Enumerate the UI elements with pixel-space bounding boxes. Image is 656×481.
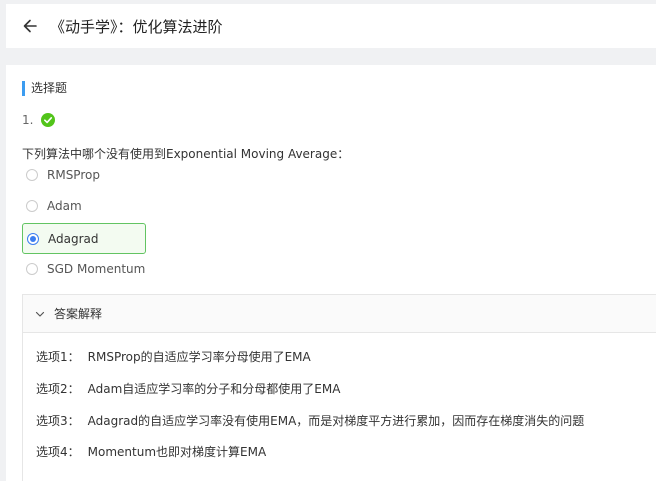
- option-rmsprop[interactable]: RMSProp: [22, 167, 100, 183]
- radio-button[interactable]: [26, 263, 38, 275]
- explanation-line-label: 选项4：: [36, 445, 80, 459]
- explanation-line-text: Adagrad的自适应学习率没有使用EMA，而是对梯度平方进行累加，因而存在梯度…: [87, 414, 585, 428]
- back-button[interactable]: [18, 14, 42, 38]
- top-bar: 《动手学》：优化算法进阶: [6, 4, 656, 48]
- question-number: 1.: [22, 113, 34, 127]
- explanation-line: 选项2： Adam自适应学习率的分子和分母都使用了EMA: [36, 380, 340, 397]
- section-label: 选择题: [22, 81, 67, 96]
- option-adagrad[interactable]: Adagrad: [22, 223, 146, 254]
- question-number-row: 1.: [22, 113, 56, 127]
- explanation-line: 选项3： Adagrad的自适应学习率没有使用EMA，而是对梯度平方进行累加，因而…: [36, 412, 584, 429]
- page-title: 《动手学》：优化算法进阶: [50, 17, 223, 36]
- explanation-line-text: Adam自适应学习率的分子和分母都使用了EMA: [87, 382, 341, 396]
- question-card: 选择题 1. 下列算法中哪个没有使用到Exponential Moving Av…: [6, 65, 656, 481]
- explanation-line-label: 选项2：: [36, 382, 80, 396]
- chevron-down-icon: [35, 311, 45, 317]
- option-label: Adam: [47, 199, 82, 213]
- arrow-left-icon: [23, 19, 37, 33]
- radio-button[interactable]: [26, 169, 38, 181]
- explanation-line: 选项1： RMSProp的自适应学习率分母使用了EMA: [36, 348, 311, 365]
- explanation-line-text: RMSProp的自适应学习率分母使用了EMA: [87, 350, 311, 364]
- question-text: 下列算法中哪个没有使用到Exponential Moving Average：: [22, 147, 350, 161]
- check-circle-icon: [41, 113, 56, 127]
- explanation-line: 选项4： Momentum也即对梯度计算EMA: [36, 443, 266, 460]
- radio-button[interactable]: [26, 200, 38, 212]
- explanation-title: 答案解释: [54, 307, 103, 321]
- option-adam[interactable]: Adam: [22, 198, 82, 214]
- explanation-line-label: 选项1：: [36, 350, 80, 364]
- option-label: RMSProp: [47, 168, 100, 182]
- explanation-line-label: 选项3：: [36, 414, 80, 428]
- explanation-toggle[interactable]: 答案解释: [23, 295, 656, 333]
- explanation-panel: 答案解释 选项1： RMSProp的自适应学习率分母使用了EMA 选项2： Adam…: [22, 294, 656, 481]
- explanation-line-text: Momentum也即对梯度计算EMA: [87, 445, 267, 459]
- option-label: Adagrad: [48, 231, 99, 246]
- option-label: SGD Momentum: [47, 262, 146, 276]
- option-sgd-momentum[interactable]: SGD Momentum: [22, 261, 145, 277]
- radio-button-checked[interactable]: [27, 232, 39, 245]
